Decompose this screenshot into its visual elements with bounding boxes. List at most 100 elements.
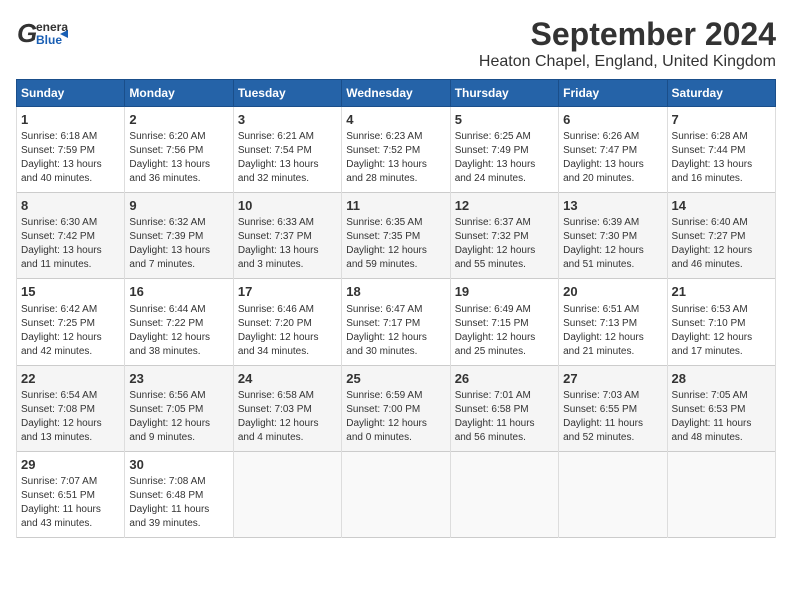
day-info: and 9 minutes.: [129, 431, 228, 445]
day-info: Daylight: 13 hours: [563, 158, 662, 172]
day-info: and 40 minutes.: [21, 172, 120, 186]
day-info: Daylight: 12 hours: [672, 331, 771, 345]
calendar-cell: 30Sunrise: 7:08 AMSunset: 6:48 PMDayligh…: [125, 451, 233, 537]
day-info: Sunset: 7:17 PM: [346, 317, 445, 331]
day-info: Sunrise: 6:40 AM: [672, 216, 771, 230]
day-info: Sunset: 6:53 PM: [672, 403, 771, 417]
day-info: Sunrise: 6:54 AM: [21, 389, 120, 403]
day-info: Daylight: 12 hours: [455, 244, 554, 258]
day-info: Daylight: 13 hours: [672, 158, 771, 172]
calendar-cell: [233, 451, 341, 537]
logo: G eneral Blue: [16, 16, 68, 57]
header-day-thursday: Thursday: [450, 80, 558, 107]
day-info: Sunrise: 7:08 AM: [129, 475, 228, 489]
day-info: and 43 minutes.: [21, 517, 120, 531]
day-number: 17: [238, 283, 337, 301]
calendar-body: 1Sunrise: 6:18 AMSunset: 7:59 PMDaylight…: [17, 107, 776, 538]
day-info: Sunset: 7:05 PM: [129, 403, 228, 417]
calendar-cell: 24Sunrise: 6:58 AMSunset: 7:03 PMDayligh…: [233, 365, 341, 451]
day-info: and 32 minutes.: [238, 172, 337, 186]
day-info: Sunset: 7:54 PM: [238, 144, 337, 158]
day-info: Sunrise: 6:30 AM: [21, 216, 120, 230]
day-info: and 42 minutes.: [21, 345, 120, 359]
day-info: Sunset: 7:47 PM: [563, 144, 662, 158]
day-info: Sunset: 7:35 PM: [346, 230, 445, 244]
day-info: and 34 minutes.: [238, 345, 337, 359]
day-info: Sunset: 7:20 PM: [238, 317, 337, 331]
day-info: Daylight: 12 hours: [346, 331, 445, 345]
calendar-cell: 22Sunrise: 6:54 AMSunset: 7:08 PMDayligh…: [17, 365, 125, 451]
day-number: 24: [238, 370, 337, 388]
day-info: Daylight: 13 hours: [129, 244, 228, 258]
day-info: and 51 minutes.: [563, 258, 662, 272]
day-number: 3: [238, 111, 337, 129]
calendar-cell: 11Sunrise: 6:35 AMSunset: 7:35 PMDayligh…: [342, 193, 450, 279]
svg-text:eneral: eneral: [36, 20, 68, 34]
week-row-4: 22Sunrise: 6:54 AMSunset: 7:08 PMDayligh…: [17, 365, 776, 451]
day-info: and 13 minutes.: [21, 431, 120, 445]
calendar-cell: 15Sunrise: 6:42 AMSunset: 7:25 PMDayligh…: [17, 279, 125, 365]
day-info: and 56 minutes.: [455, 431, 554, 445]
day-number: 27: [563, 370, 662, 388]
header-day-friday: Friday: [559, 80, 667, 107]
calendar-cell: 2Sunrise: 6:20 AMSunset: 7:56 PMDaylight…: [125, 107, 233, 193]
day-info: and 3 minutes.: [238, 258, 337, 272]
day-info: Sunrise: 6:20 AM: [129, 130, 228, 144]
day-info: Sunrise: 6:35 AM: [346, 216, 445, 230]
day-number: 15: [21, 283, 120, 301]
day-info: Sunset: 7:13 PM: [563, 317, 662, 331]
day-info: Sunset: 7:32 PM: [455, 230, 554, 244]
calendar-cell: 10Sunrise: 6:33 AMSunset: 7:37 PMDayligh…: [233, 193, 341, 279]
day-info: and 4 minutes.: [238, 431, 337, 445]
day-info: Sunrise: 6:28 AM: [672, 130, 771, 144]
day-info: Sunrise: 6:26 AM: [563, 130, 662, 144]
day-info: Daylight: 12 hours: [346, 244, 445, 258]
day-info: Daylight: 12 hours: [129, 331, 228, 345]
day-info: Sunrise: 7:05 AM: [672, 389, 771, 403]
day-info: Daylight: 13 hours: [238, 244, 337, 258]
calendar-cell: 4Sunrise: 6:23 AMSunset: 7:52 PMDaylight…: [342, 107, 450, 193]
day-number: 18: [346, 283, 445, 301]
day-info: Sunrise: 6:44 AM: [129, 303, 228, 317]
calendar-cell: 26Sunrise: 7:01 AMSunset: 6:58 PMDayligh…: [450, 365, 558, 451]
day-info: Sunset: 7:30 PM: [563, 230, 662, 244]
day-info: Daylight: 13 hours: [346, 158, 445, 172]
day-info: Sunset: 7:59 PM: [21, 144, 120, 158]
day-info: Sunrise: 6:58 AM: [238, 389, 337, 403]
day-info: Daylight: 13 hours: [129, 158, 228, 172]
day-number: 9: [129, 197, 228, 215]
calendar-cell: 6Sunrise: 6:26 AMSunset: 7:47 PMDaylight…: [559, 107, 667, 193]
day-number: 19: [455, 283, 554, 301]
day-info: Sunset: 7:22 PM: [129, 317, 228, 331]
day-info: Sunrise: 7:03 AM: [563, 389, 662, 403]
day-info: Daylight: 13 hours: [455, 158, 554, 172]
week-row-2: 8Sunrise: 6:30 AMSunset: 7:42 PMDaylight…: [17, 193, 776, 279]
day-info: Sunrise: 6:53 AM: [672, 303, 771, 317]
day-info: Sunset: 7:42 PM: [21, 230, 120, 244]
header-day-wednesday: Wednesday: [342, 80, 450, 107]
day-info: Sunset: 7:15 PM: [455, 317, 554, 331]
calendar-cell: 13Sunrise: 6:39 AMSunset: 7:30 PMDayligh…: [559, 193, 667, 279]
calendar-cell: [450, 451, 558, 537]
day-info: and 25 minutes.: [455, 345, 554, 359]
day-info: Daylight: 11 hours: [129, 503, 228, 517]
calendar-cell: 14Sunrise: 6:40 AMSunset: 7:27 PMDayligh…: [667, 193, 775, 279]
calendar-cell: 25Sunrise: 6:59 AMSunset: 7:00 PMDayligh…: [342, 365, 450, 451]
day-info: and 28 minutes.: [346, 172, 445, 186]
day-info: and 39 minutes.: [129, 517, 228, 531]
day-info: Sunrise: 7:07 AM: [21, 475, 120, 489]
day-info: Sunset: 7:00 PM: [346, 403, 445, 417]
day-info: Daylight: 12 hours: [21, 331, 120, 345]
day-number: 2: [129, 111, 228, 129]
day-info: Sunrise: 6:18 AM: [21, 130, 120, 144]
day-info: Sunrise: 7:01 AM: [455, 389, 554, 403]
header-day-monday: Monday: [125, 80, 233, 107]
day-info: Sunrise: 6:59 AM: [346, 389, 445, 403]
page-subtitle: Heaton Chapel, England, United Kingdom: [479, 53, 776, 71]
day-number: 4: [346, 111, 445, 129]
day-info: Sunrise: 6:56 AM: [129, 389, 228, 403]
svg-text:Blue: Blue: [36, 33, 62, 47]
day-number: 16: [129, 283, 228, 301]
day-info: and 11 minutes.: [21, 258, 120, 272]
day-number: 26: [455, 370, 554, 388]
